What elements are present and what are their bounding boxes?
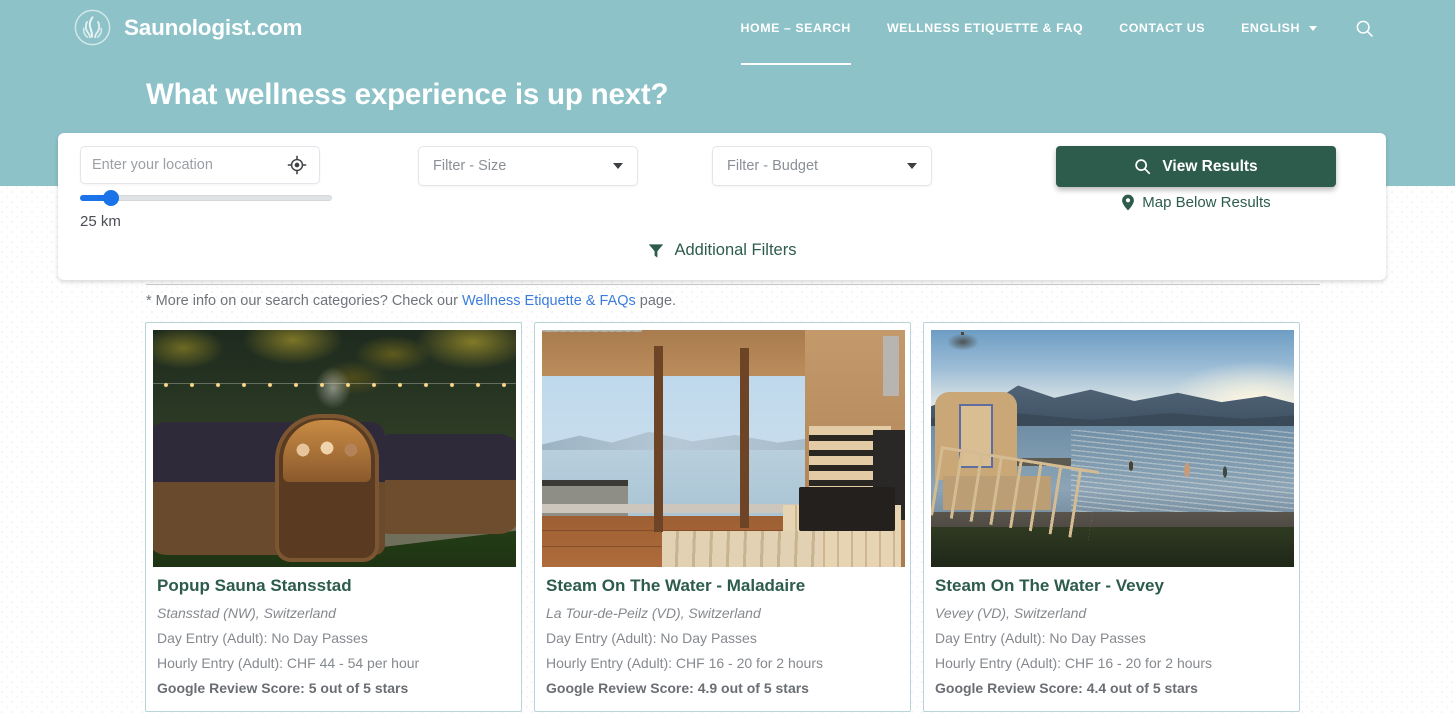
- location-field-wrapper: [80, 146, 320, 184]
- result-photo-steam-on-the-water-maladaire[interactable]: [542, 330, 905, 567]
- view-results-button[interactable]: View Results: [1056, 146, 1336, 187]
- nav-search-button[interactable]: [1349, 13, 1379, 43]
- result-card-body: Popup Sauna Stansstad Stansstad (NW), Sw…: [153, 567, 514, 696]
- brand-logo-link[interactable]: Saunologist.com: [74, 9, 302, 46]
- chevron-down-icon: [613, 163, 623, 169]
- photo-scene: [153, 330, 516, 567]
- results-grid: Popup Sauna Stansstad Stansstad (NW), Sw…: [145, 322, 1310, 712]
- result-hourly-entry: Hourly Entry (Adult): CHF 44 - 54 per ho…: [157, 655, 420, 671]
- result-card[interactable]: Steam On The Water - Maladaire La Tour-d…: [534, 322, 911, 712]
- brand-name: Saunologist.com: [124, 14, 303, 40]
- search-icon: [1135, 159, 1151, 175]
- top-navigation-bar: Saunologist.com HOME – SEARCH WELLNESS E…: [0, 0, 1455, 65]
- result-day-entry: Day Entry (Adult): No Day Passes: [935, 630, 1146, 646]
- nav-item-label: CONTACT US: [1119, 21, 1206, 35]
- page-headline: What wellness experience is up next?: [146, 78, 669, 111]
- use-my-location-button[interactable]: [286, 154, 308, 176]
- search-categories-note: * More info on our search categories? Ch…: [146, 293, 676, 309]
- result-card-body: Steam On The Water - Vevey Vevey (VD), S…: [931, 567, 1292, 696]
- result-title[interactable]: Steam On The Water - Maladaire: [546, 576, 899, 596]
- nav-item-label: WELLNESS ETIQUETTE & FAQ: [886, 21, 1084, 35]
- result-location: Vevey (VD), Switzerland: [935, 605, 1087, 621]
- view-results-label: View Results: [1162, 157, 1258, 175]
- search-icon: [1356, 20, 1373, 37]
- size-filter-label: Filter - Size: [433, 158, 507, 174]
- distance-slider-row: [80, 190, 332, 206]
- location-input[interactable]: [92, 157, 280, 173]
- nav-item-label: ENGLISH: [1241, 21, 1300, 35]
- photo-scene: [542, 330, 905, 567]
- additional-filters-label: Additional Filters: [674, 241, 797, 259]
- result-card[interactable]: Steam On The Water - Vevey Vevey (VD), S…: [923, 322, 1300, 712]
- result-location: Stansstad (NW), Switzerland: [157, 605, 336, 621]
- additional-filters-toggle[interactable]: Additional Filters: [58, 241, 1386, 260]
- result-title[interactable]: Popup Sauna Stansstad: [157, 576, 510, 596]
- sauna-leaf-logo-icon: [74, 9, 111, 46]
- nav-item-wellness-etiquette-faq[interactable]: WELLNESS ETIQUETTE & FAQ: [869, 0, 1101, 56]
- result-title[interactable]: Steam On The Water - Vevey: [935, 576, 1288, 596]
- result-review-score: Google Review Score: 5 out of 5 stars: [157, 680, 409, 696]
- content-divider: [146, 284, 1320, 285]
- result-card-body: Steam On The Water - Maladaire La Tour-d…: [542, 567, 903, 696]
- chevron-down-icon: [907, 163, 917, 169]
- slider-thumb[interactable]: [103, 190, 119, 206]
- result-review-score: Google Review Score: 4.9 out of 5 stars: [546, 680, 809, 696]
- distance-value-label: 25 km: [80, 213, 121, 230]
- budget-filter-label: Filter - Budget: [727, 158, 819, 174]
- nav-item-contact-us[interactable]: CONTACT US: [1101, 0, 1223, 56]
- funnel-icon: [648, 243, 663, 258]
- map-pin-icon: [1122, 194, 1135, 211]
- result-location: La Tour-de-Peilz (VD), Switzerland: [546, 605, 761, 621]
- chevron-down-icon: [1309, 25, 1317, 31]
- result-hourly-entry: Hourly Entry (Adult): CHF 16 - 20 for 2 …: [935, 655, 1212, 671]
- note-prefix: * More info on our search categories? Ch…: [146, 293, 462, 309]
- distance-slider[interactable]: [80, 190, 332, 206]
- nav-item-home-search[interactable]: HOME – SEARCH: [723, 0, 869, 65]
- result-day-entry: Day Entry (Adult): No Day Passes: [546, 630, 757, 646]
- search-panel: 25 km Filter - Size Filter - Budget View…: [58, 133, 1386, 280]
- result-day-entry: Day Entry (Adult): No Day Passes: [157, 630, 368, 646]
- nav-item-label: HOME – SEARCH: [740, 21, 851, 35]
- my-location-icon: [287, 155, 307, 175]
- result-hourly-entry: Hourly Entry (Adult): CHF 16 - 20 for 2 …: [546, 655, 823, 671]
- size-filter-select[interactable]: Filter - Size: [418, 146, 638, 186]
- note-suffix: page.: [635, 293, 677, 309]
- result-photo-popup-sauna-stansstad[interactable]: [153, 330, 516, 567]
- budget-filter-select[interactable]: Filter - Budget: [712, 146, 932, 186]
- nav-links: HOME – SEARCH WELLNESS ETIQUETTE & FAQ C…: [723, 0, 1379, 65]
- result-review-score: Google Review Score: 4.4 out of 5 stars: [935, 680, 1198, 696]
- map-below-results-label: Map Below Results: [1142, 194, 1271, 211]
- result-card[interactable]: Popup Sauna Stansstad Stansstad (NW), Sw…: [145, 322, 522, 712]
- map-below-results-link[interactable]: Map Below Results: [1056, 194, 1336, 211]
- photo-scene: [931, 330, 1294, 567]
- nav-item-language-english[interactable]: ENGLISH: [1223, 0, 1335, 56]
- wellness-etiquette-faqs-link[interactable]: Wellness Etiquette & FAQs: [462, 293, 636, 309]
- result-photo-steam-on-the-water-vevey[interactable]: [931, 330, 1294, 567]
